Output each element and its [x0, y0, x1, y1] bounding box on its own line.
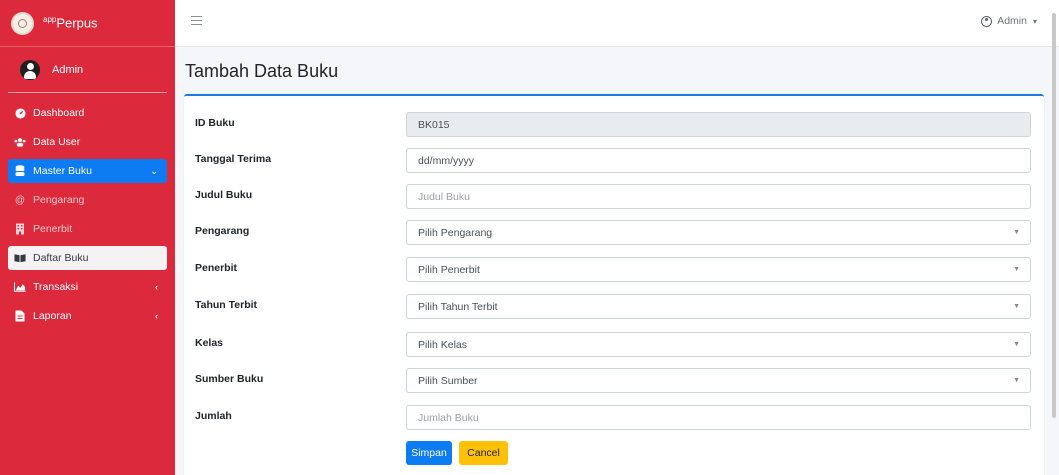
- book-open-icon: [14, 252, 26, 264]
- sumber-buku-label: Sumber Buku: [195, 373, 264, 385]
- topbar: Admin ▾: [175, 0, 1059, 47]
- sidebar-item-label: Data User: [33, 136, 81, 148]
- sidebar-item-pengarang[interactable]: @ Pengarang: [8, 188, 167, 212]
- jumlah-input[interactable]: Jumlah Buku: [406, 405, 1031, 430]
- sidebar-item-transaksi[interactable]: Transaksi ‹: [8, 275, 167, 299]
- sidebar: appPerpus Admin Dashboard Data User Mast…: [0, 0, 175, 475]
- sidebar-item-data-user[interactable]: Data User: [8, 130, 167, 154]
- select-arrow-icon: ▼: [1013, 303, 1020, 310]
- judul-buku-input[interactable]: Judul Buku: [406, 184, 1031, 209]
- user-dropdown-label: Admin: [997, 15, 1027, 27]
- sidebar-item-label: Pengarang: [33, 194, 85, 206]
- pengarang-select[interactable]: Pilih Pengarang ▼: [406, 220, 1031, 245]
- kelas-select[interactable]: Pilih Kelas ▼: [406, 332, 1031, 357]
- id-buku-label: ID Buku: [195, 117, 235, 129]
- select-arrow-icon: ▼: [1013, 377, 1020, 384]
- caret-down-icon: ▾: [1032, 16, 1037, 26]
- user-name: Admin: [52, 63, 84, 76]
- sidebar-item-label: Master Buku: [33, 165, 92, 177]
- chevron-down-icon: ⌄: [150, 165, 158, 176]
- at-icon: @: [14, 194, 26, 206]
- tachometer-icon: [14, 107, 26, 119]
- cancel-button[interactable]: Cancel: [459, 441, 508, 465]
- form-row-id-buku: ID Buku BK015: [184, 112, 1044, 138]
- sidebar-item-daftar-buku[interactable]: Daftar Buku: [8, 246, 167, 270]
- database-icon: [14, 165, 26, 177]
- form-row-kelas: Kelas Pilih Kelas ▼: [184, 332, 1044, 358]
- sidebar-nav: Dashboard Data User Master Buku ⌄ @ Peng…: [0, 93, 175, 328]
- app-logo-icon: [11, 11, 34, 35]
- form-row-pengarang: Pengarang Pilih Pengarang ▼: [184, 220, 1044, 246]
- penerbit-select[interactable]: Pilih Penerbit ▼: [406, 257, 1031, 282]
- chevron-left-icon: ‹: [155, 311, 158, 321]
- jumlah-label: Jumlah: [195, 410, 232, 422]
- form-row-judul-buku: Judul Buku Judul Buku: [184, 184, 1044, 210]
- form-card: ID Buku BK015 Tanggal Terima dd/mm/yyyy …: [184, 94, 1044, 475]
- judul-buku-placeholder: Judul Buku: [418, 190, 470, 203]
- form-row-sumber-buku: Sumber Buku Pilih Sumber ▼: [184, 368, 1044, 394]
- select-arrow-icon: ▼: [1013, 266, 1020, 273]
- brand-link[interactable]: appPerpus: [0, 0, 175, 47]
- sidebar-item-dashboard[interactable]: Dashboard: [8, 101, 167, 125]
- pengarang-selected: Pilih Pengarang: [418, 226, 493, 239]
- tahun-terbit-label: Tahun Terbit: [195, 299, 258, 311]
- select-arrow-icon: ▼: [1013, 341, 1020, 348]
- form-row-tahun-terbit: Tahun Terbit Pilih Tahun Terbit ▼: [184, 294, 1044, 320]
- sidebar-item-penerbit[interactable]: Penerbit: [8, 217, 167, 241]
- pengarang-label: Pengarang: [195, 225, 250, 237]
- sidebar-item-master-buku[interactable]: Master Buku ⌄: [8, 159, 167, 183]
- save-button[interactable]: Simpan: [406, 441, 452, 465]
- user-dropdown[interactable]: Admin ▾: [981, 15, 1037, 27]
- building-icon: [14, 223, 26, 235]
- brand-name: appPerpus: [43, 15, 98, 31]
- page-title: Tambah Data Buku: [185, 61, 339, 81]
- file-icon: [14, 310, 26, 322]
- user-circle-icon: [981, 15, 993, 27]
- kelas-selected: Pilih Kelas: [418, 338, 468, 351]
- tahun-terbit-select[interactable]: Pilih Tahun Terbit ▼: [406, 294, 1031, 319]
- id-buku-value: BK015: [418, 118, 450, 131]
- tanggal-terima-value: dd/mm/yyyy: [418, 154, 475, 167]
- menu-toggle-icon[interactable]: [191, 16, 202, 25]
- sumber-buku-select[interactable]: Pilih Sumber ▼: [406, 368, 1031, 393]
- tahun-terbit-selected: Pilih Tahun Terbit: [418, 300, 498, 313]
- users-icon: [14, 136, 26, 148]
- sumber-buku-selected: Pilih Sumber: [418, 374, 478, 387]
- user-avatar-icon: [20, 59, 40, 80]
- form-row-penerbit: Penerbit Pilih Penerbit ▼: [184, 257, 1044, 283]
- penerbit-selected: Pilih Penerbit: [418, 263, 480, 276]
- sidebar-item-label: Penerbit: [33, 223, 73, 235]
- kelas-label: Kelas: [195, 337, 224, 349]
- tanggal-terima-input[interactable]: dd/mm/yyyy: [406, 148, 1031, 173]
- id-buku-input[interactable]: BK015: [406, 112, 1031, 137]
- jumlah-placeholder: Jumlah Buku: [418, 411, 479, 424]
- judul-buku-label: Judul Buku: [195, 189, 253, 201]
- tanggal-terima-label: Tanggal Terima: [195, 153, 272, 165]
- sidebar-item-label: Daftar Buku: [33, 252, 89, 264]
- form-actions: Simpan Cancel: [184, 441, 1044, 467]
- penerbit-label: Penerbit: [195, 262, 238, 274]
- form-row-tanggal-terima: Tanggal Terima dd/mm/yyyy: [184, 148, 1044, 174]
- user-panel[interactable]: Admin: [8, 47, 167, 93]
- chevron-left-icon: ‹: [155, 282, 158, 292]
- form-row-jumlah: Jumlah Jumlah Buku: [184, 405, 1044, 431]
- page-scrollbar[interactable]: [1052, 13, 1056, 418]
- select-arrow-icon: ▼: [1013, 229, 1020, 236]
- chart-area-icon: [14, 281, 26, 293]
- sidebar-item-laporan[interactable]: Laporan ‹: [8, 304, 167, 328]
- sidebar-item-label: Transaksi: [33, 281, 79, 293]
- sidebar-item-label: Laporan: [33, 310, 72, 322]
- sidebar-item-label: Dashboard: [33, 107, 85, 119]
